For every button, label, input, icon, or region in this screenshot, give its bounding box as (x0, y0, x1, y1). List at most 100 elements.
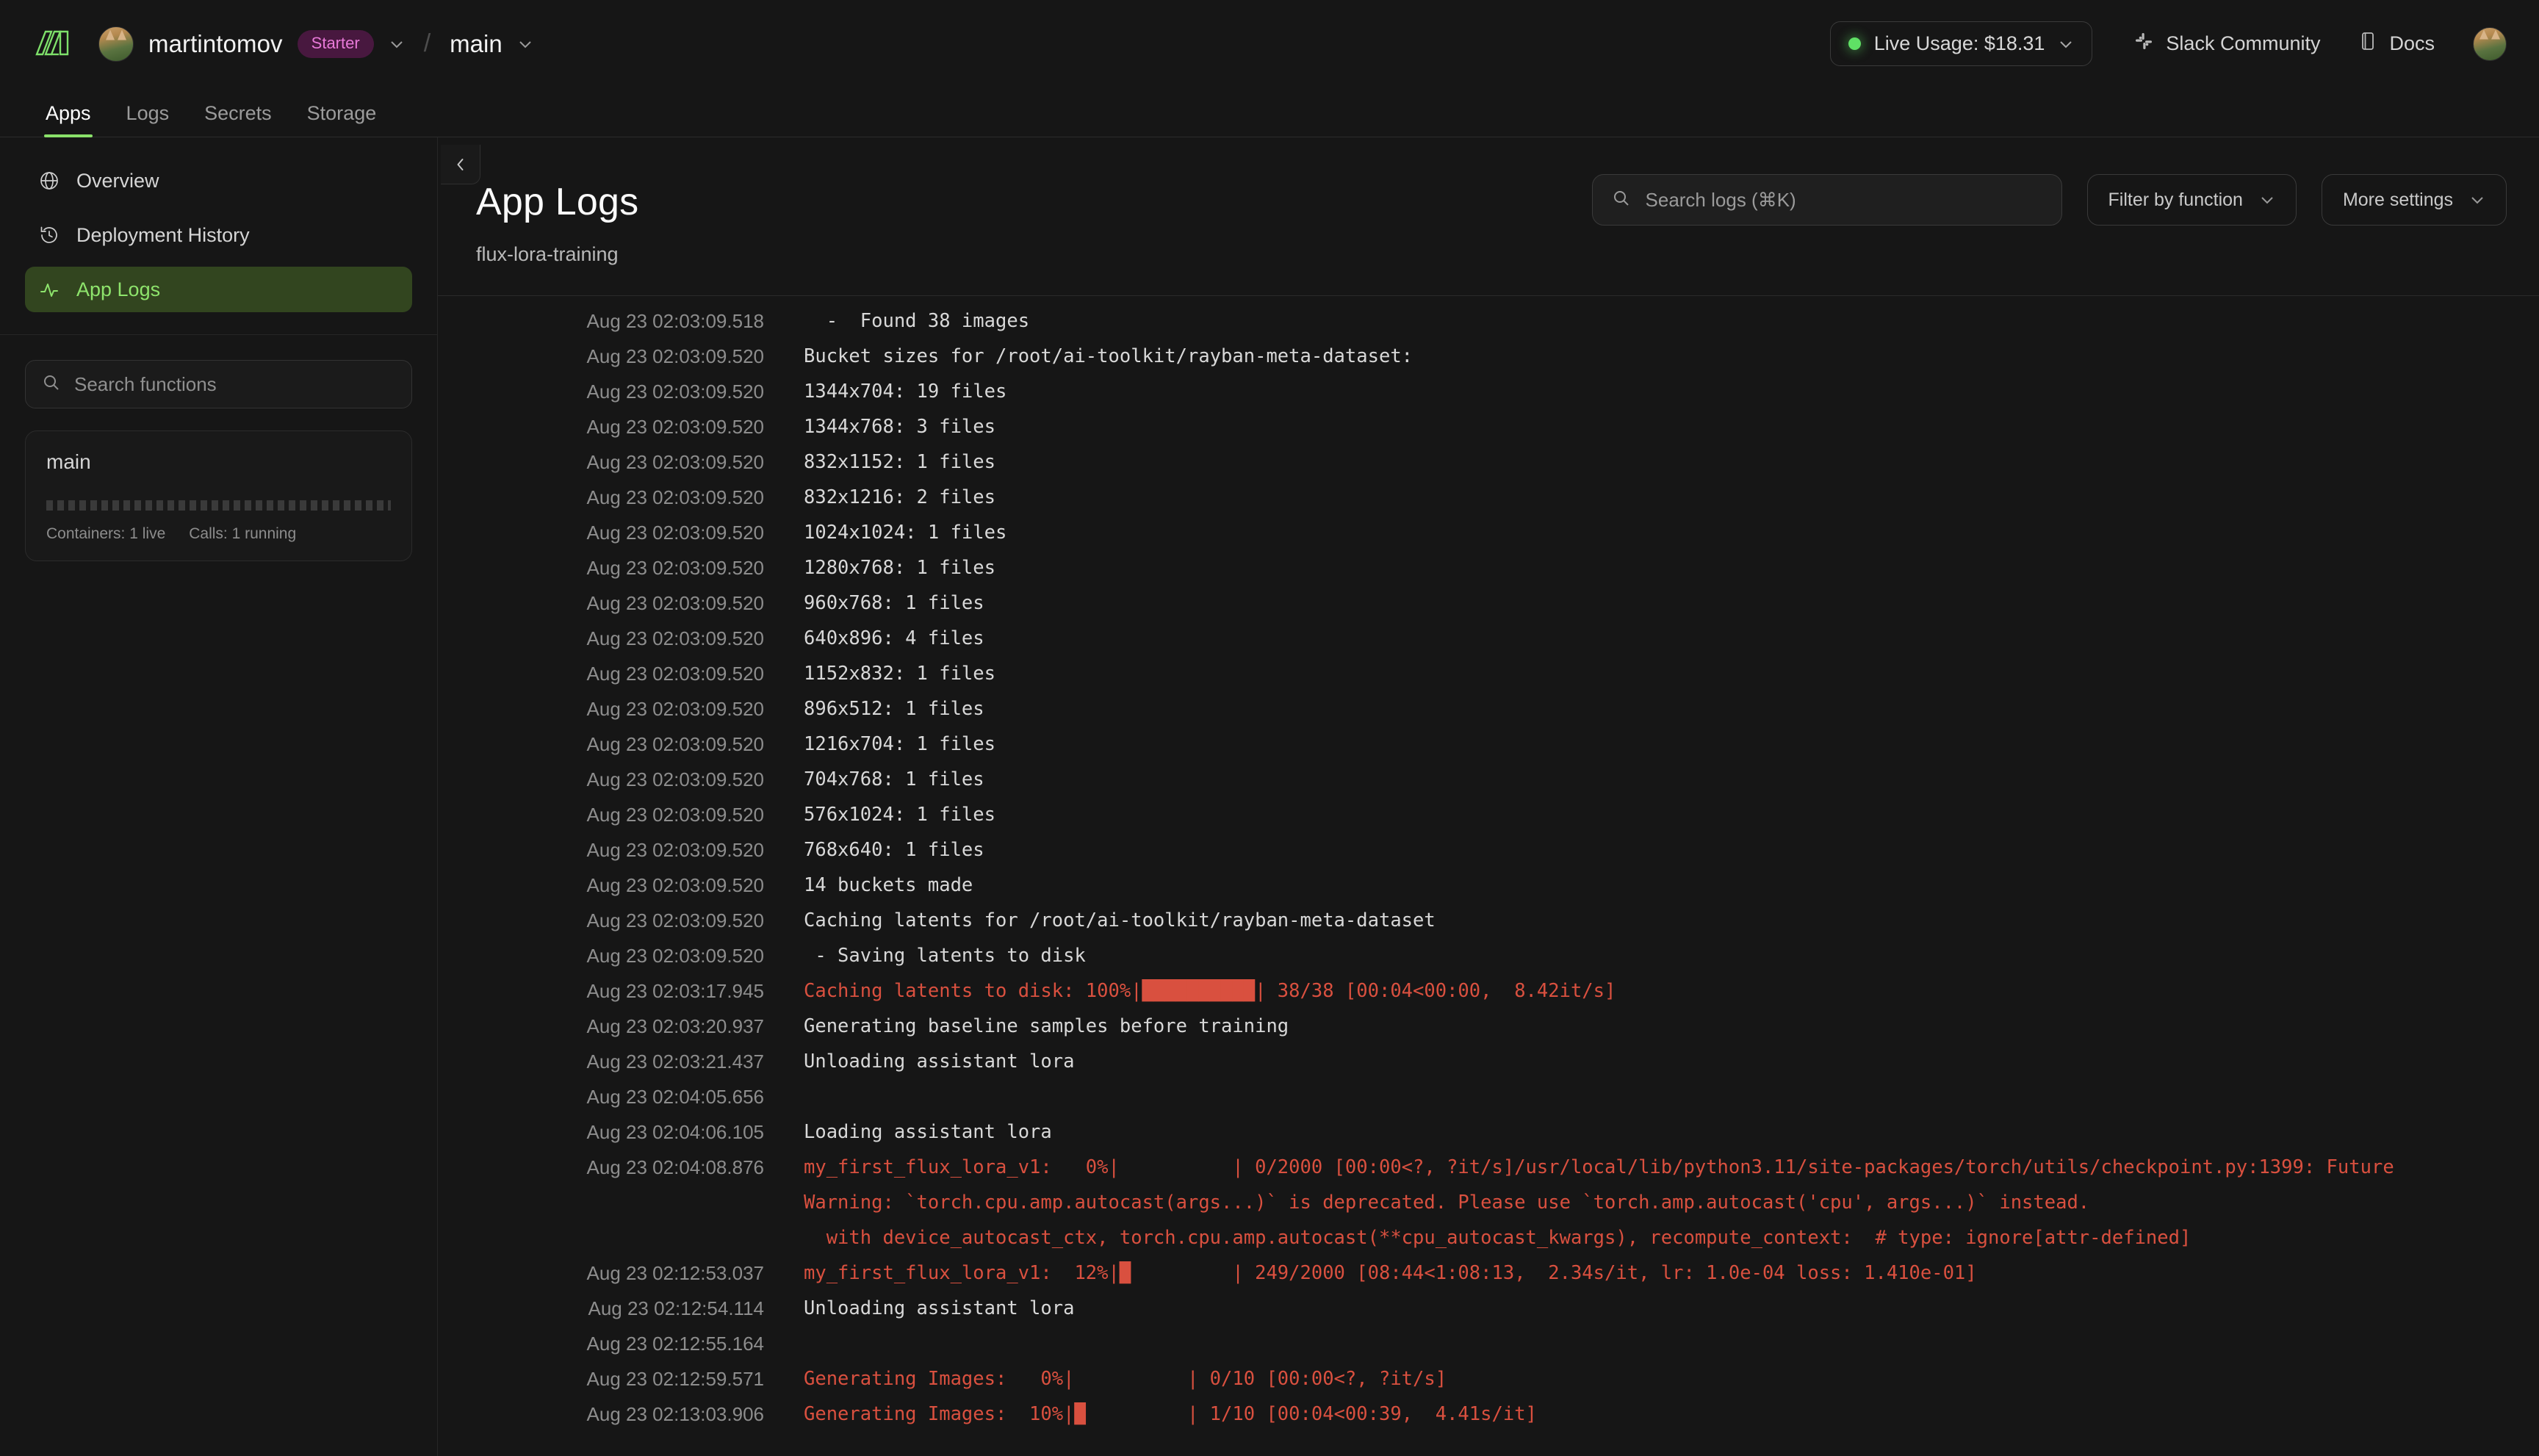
live-usage-label: Live Usage: $18.31 (1873, 32, 2045, 54)
log-row: Aug 23 02:03:09.520 1024x1024: 1 files (438, 515, 2539, 550)
function-search-input[interactable]: Search functions (25, 360, 412, 408)
log-row: Aug 23 02:03:09.520 1344x768: 3 files (438, 409, 2539, 444)
top-bar: martintomov Starter / main Live Usage: $… (0, 0, 2539, 87)
chevron-down-icon[interactable] (389, 36, 405, 52)
log-message: 960x768: 1 files (804, 592, 984, 614)
collapse-sidebar-button[interactable] (441, 145, 480, 184)
log-timestamp: Aug 23 02:04:08.876 (586, 1156, 764, 1178)
log-row: Aug 23 02:12:59.571 Generating Images: 0%… (438, 1361, 2539, 1396)
log-message: 832x1216: 2 files (804, 486, 995, 508)
page-body: Overview Deployment History App Logs Sea… (0, 137, 2539, 1456)
tab-secrets[interactable]: Secrets (187, 102, 289, 137)
primary-tabs: Apps Logs Secrets Storage (0, 87, 2539, 137)
log-timestamp: Aug 23 02:03:09.520 (586, 698, 764, 720)
tab-apps[interactable]: Apps (28, 102, 109, 137)
log-row: Aug 23 02:13:03.906 Generating Images: 10… (438, 1396, 2539, 1432)
log-output[interactable]: Aug 23 02:03:09.518 - Found 38 images Aug… (438, 296, 2539, 1456)
log-row: Aug 23 02:12:53.037 my_first_flux_lora_v1… (438, 1255, 2539, 1291)
more-settings-button[interactable]: More settings (2321, 174, 2507, 226)
chevron-down-icon[interactable] (517, 36, 533, 52)
sidebar-item-overview[interactable]: Overview (25, 158, 412, 203)
sidebar-item-app-logs[interactable]: App Logs (25, 267, 412, 312)
log-timestamp: Aug 23 02:03:21.437 (586, 1050, 764, 1073)
sidebar-divider (0, 334, 437, 335)
tab-storage[interactable]: Storage (289, 102, 395, 137)
activity-icon (38, 278, 60, 300)
log-message: Bucket sizes for /root/ai-toolkit/rayban… (804, 345, 1413, 367)
log-row: Aug 23 02:03:09.520 832x1152: 1 files (438, 444, 2539, 480)
log-row: Aug 23 02:03:09.520 Bucket sizes for /roo… (438, 339, 2539, 374)
modal-logo-icon[interactable] (29, 21, 75, 67)
log-timestamp: Aug 23 02:12:55.164 (586, 1333, 764, 1355)
log-timestamp: Aug 23 02:12:54.114 (588, 1297, 764, 1319)
function-search-placeholder: Search functions (74, 372, 217, 395)
log-timestamp: Aug 23 02:03:17.945 (586, 980, 764, 1002)
log-message: Unloading assistant lora (804, 1297, 1075, 1319)
log-timestamp: Aug 23 02:03:09.520 (586, 557, 764, 579)
log-message: 1024x1024: 1 files (804, 522, 1007, 544)
log-timestamp: Aug 23 02:03:09.520 (586, 451, 764, 473)
log-message: 1344x768: 3 files (804, 416, 995, 438)
log-row: Aug 23 02:03:09.518 - Found 38 images (438, 303, 2539, 339)
log-row: Aug 23 02:03:09.520 576x1024: 1 files (438, 797, 2539, 832)
log-message: 832x1152: 1 files (804, 451, 995, 473)
app-name-subtitle: flux-lora-training (476, 243, 619, 265)
environment-selector[interactable]: main (450, 30, 533, 58)
log-message: 1216x704: 1 files (804, 733, 995, 755)
log-row: Aug 23 02:03:09.520 832x1216: 2 files (438, 480, 2539, 515)
log-toolbar: Search logs (⌘K) Filter by function More… (1591, 174, 2507, 226)
tab-logs[interactable]: Logs (109, 102, 187, 137)
log-timestamp: Aug 23 02:03:09.520 (586, 874, 764, 896)
more-settings-label: More settings (2342, 189, 2453, 210)
log-row: Aug 23 02:03:09.520 Caching latents for /… (438, 903, 2539, 938)
log-timestamp: Aug 23 02:03:09.520 (586, 804, 764, 826)
log-row: Aug 23 02:03:20.937 Generating baseline s… (438, 1009, 2539, 1044)
docs-link[interactable]: Docs (2358, 31, 2435, 57)
slack-community-label: Slack Community (2166, 32, 2321, 54)
log-message: 1152x832: 1 files (804, 663, 995, 685)
sidebar-item-label: App Logs (76, 278, 161, 300)
header-divider (438, 295, 2539, 296)
log-row: Aug 23 02:03:09.520 1344x704: 19 files (438, 374, 2539, 409)
log-message: Caching latents for /root/ai-toolkit/ray… (804, 909, 1436, 931)
book-icon (2358, 31, 2377, 57)
log-timestamp: Aug 23 02:03:20.937 (586, 1015, 764, 1037)
log-row: Aug 23 02:12:54.114 Unloading assistant l… (438, 1291, 2539, 1326)
main-header: App Logs flux-lora-training Search logs … (438, 137, 2539, 296)
environment-name: main (450, 29, 503, 57)
log-message: - Found 38 images (804, 310, 1030, 332)
search-logs-input[interactable]: Search logs (⌘K) (1591, 174, 2062, 226)
filter-by-function-button[interactable]: Filter by function (2086, 174, 2297, 226)
sidebar-item-deployment-history[interactable]: Deployment History (25, 212, 412, 258)
org-selector[interactable]: martintomov Starter (98, 26, 405, 62)
main-content: App Logs flux-lora-training Search logs … (438, 137, 2539, 1456)
chevron-down-icon[interactable] (2058, 36, 2074, 52)
log-message: 640x896: 4 files (804, 627, 984, 649)
filter-by-function-label: Filter by function (2108, 189, 2243, 210)
log-message: Unloading assistant lora (804, 1050, 1075, 1073)
chevron-down-icon (2469, 192, 2485, 208)
breadcrumb-separator: / (423, 29, 431, 57)
slack-community-link[interactable]: Slack Community (2133, 31, 2320, 57)
log-timestamp: Aug 23 02:12:53.037 (586, 1262, 764, 1284)
log-timestamp: Aug 23 02:03:09.520 (586, 416, 764, 438)
log-timestamp: Aug 23 02:03:09.520 (586, 909, 764, 931)
function-sparkline (46, 500, 391, 511)
log-timestamp: Aug 23 02:03:09.520 (586, 522, 764, 544)
log-timestamp: Aug 23 02:04:06.105 (586, 1121, 764, 1143)
log-row: Aug 23 02:03:09.520 14 buckets made (438, 868, 2539, 903)
log-row: Aug 23 02:03:09.520 - Saving latents to … (438, 938, 2539, 973)
log-timestamp: Aug 23 02:03:09.520 (586, 733, 764, 755)
function-card-main[interactable]: main Containers: 1 live Calls: 1 running (25, 430, 412, 561)
live-usage-button[interactable]: Live Usage: $18.31 (1829, 21, 2093, 66)
log-row: Aug 23 02:03:09.520 1216x704: 1 files (438, 727, 2539, 762)
search-logs-placeholder: Search logs (⌘K) (1645, 188, 1796, 211)
docs-label: Docs (2389, 32, 2435, 54)
log-row: Aug 23 02:04:06.105 Loading assistant lor… (438, 1114, 2539, 1150)
org-name: martintomov (148, 29, 283, 57)
log-message: Caching latents to disk: 100%|██████████… (804, 980, 1616, 1002)
log-message: 576x1024: 1 files (804, 804, 995, 826)
log-timestamp: Aug 23 02:03:09.518 (586, 310, 764, 332)
log-message: 704x768: 1 files (804, 768, 984, 790)
user-avatar[interactable] (2473, 26, 2507, 61)
